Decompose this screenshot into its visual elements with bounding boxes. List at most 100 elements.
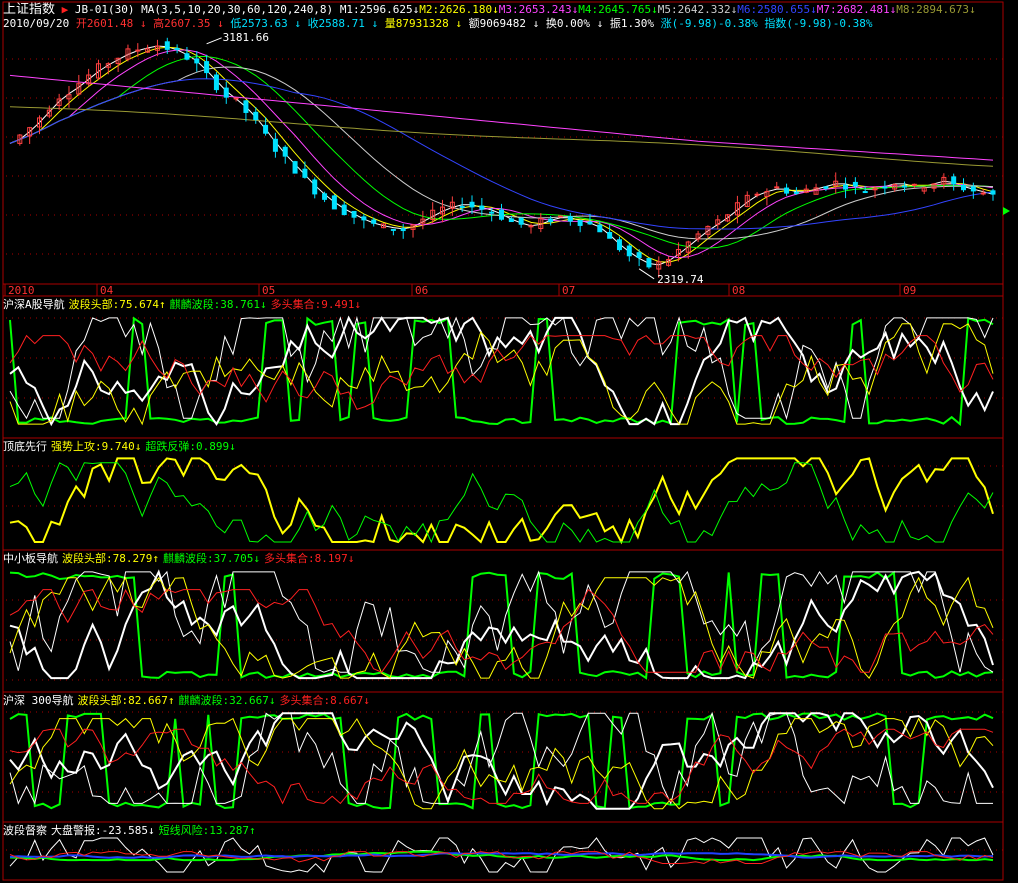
panel-value-arrow: ↓ [147, 824, 155, 837]
panel-value-arrow: ↓ [363, 694, 370, 707]
candle-body [469, 201, 475, 208]
indicator-panel-title-5: 波段督察 大盘警报:-23.585↓ 短线风险:13.287↑ [3, 824, 260, 837]
annotation-high: 3181.66 [223, 31, 269, 44]
candle-body [843, 184, 849, 190]
panel-value-arrow: ↓ [354, 298, 361, 311]
candle-body [862, 191, 868, 194]
indicator-line-1-0 [9, 457, 994, 545]
ma-line-3 [9, 49, 994, 259]
candle-body [302, 168, 308, 178]
indicator-panel-title-4: 沪深 300导航 波段头部:82.667↑ 麒麟波段:32.667↓ 多头集合:8.6… [3, 694, 374, 707]
candle-body [646, 258, 652, 268]
indicator-lines [9, 315, 994, 873]
candle-body [597, 224, 603, 233]
panel-value: 多头集合:8.667 [279, 694, 364, 707]
candle-body [607, 232, 613, 239]
candle-body [626, 245, 632, 257]
candle-body [164, 41, 170, 50]
candle-body [499, 209, 504, 220]
panel-value-arrow: ↑ [152, 552, 159, 565]
panel-value-arrow: ↓ [268, 694, 276, 707]
indicator-panel-title-2: 顶底先行 强势上攻:9.740↓ 超跌反弹:0.899↓ [3, 440, 240, 453]
candle-body [784, 187, 790, 194]
candle-body [548, 218, 554, 223]
candle-body [951, 176, 957, 185]
panel-value-arrow: ↑ [158, 298, 166, 311]
candle-body [194, 58, 200, 64]
panel-value: 多头集合:9.491 [270, 298, 355, 311]
panel-value: 波段头部:75.674 [68, 298, 159, 311]
candle-body [872, 188, 878, 191]
indicator-panel-title-1: 沪深A股导航 波段头部:75.674↑ 麒麟波段:38.761↓ 多头集合:9.491… [3, 298, 365, 311]
candle-body [253, 111, 259, 121]
x-tick-label: 04 [100, 284, 114, 297]
panel-name[interactable]: 沪深A股导航 [3, 298, 65, 311]
candle-body [361, 216, 367, 221]
candle-body [754, 193, 760, 196]
candle-body [312, 179, 318, 195]
candle-body [272, 138, 278, 152]
candle-body [243, 100, 249, 113]
panel-value: 麒麟波段:38.761 [169, 298, 260, 311]
candles [17, 37, 996, 278]
panel-value: 大盘警报:-23.585 [51, 824, 148, 837]
panel-value: 多头集合:8.197 [263, 552, 348, 565]
candle-body [823, 186, 829, 189]
candle-body [223, 87, 229, 98]
ma-line-8 [9, 106, 994, 167]
ma-line-2 [9, 46, 994, 263]
x-tick-label: 07 [562, 284, 575, 297]
panel-name[interactable]: 波段督察 [3, 824, 47, 837]
candle-body [174, 47, 180, 50]
annotation-leader [638, 268, 655, 280]
panel-value: 短线风险:13.287 [158, 824, 249, 837]
panel-value-arrow: ↑ [167, 694, 175, 707]
panel-value: 强势上攻:9.740 [51, 440, 135, 453]
indicator-line-1-1 [9, 462, 994, 544]
panel-value-arrow: ↓ [259, 298, 267, 311]
candle-body [970, 186, 976, 192]
candle-body [567, 216, 573, 222]
current-price-marker [1003, 207, 1010, 215]
candle-body [961, 184, 967, 191]
panel-value-arrow: ↓ [347, 552, 355, 565]
panel-value: 波段头部:78.279 [62, 552, 153, 565]
candle-body [263, 124, 269, 134]
panel-value-arrow: ↓ [229, 440, 236, 453]
candle-body [636, 252, 642, 258]
panel-value-arrow: ↑ [248, 824, 256, 837]
x-tick-label: 08 [732, 284, 745, 297]
candle-body [479, 205, 485, 210]
candle-body [292, 161, 298, 174]
candle-body [557, 215, 563, 218]
candle-body [322, 193, 328, 200]
x-axis: 2010 04 05 06 07 08 09 [4, 284, 916, 297]
candle-body [459, 206, 465, 209]
panel-value-arrow: ↓ [134, 440, 142, 453]
x-tick-label: 09 [903, 284, 916, 297]
panel-name[interactable]: 中小板导航 [3, 552, 58, 565]
panel-value: 麒麟波段:32.667 [178, 694, 269, 707]
price-annotations: 3181.66 2319.74 [206, 31, 1010, 286]
candle-body [990, 190, 996, 195]
candle-body [341, 204, 347, 216]
candle-body [616, 239, 622, 251]
candle-body [390, 228, 396, 231]
panel-value: 波段头部:82.667 [77, 694, 168, 707]
candle-body [213, 74, 219, 91]
indicator-panel-title-3: 中小板导航 波段头部:78.279↑ 麒麟波段:37.705↓ 多头集合:8.197↓ [3, 552, 358, 565]
candle-body [587, 221, 593, 225]
candle-body [233, 97, 239, 100]
panel-name[interactable]: 沪深 300导航 [3, 694, 74, 707]
x-tick-label: 2010 [8, 284, 35, 297]
ma-lines [9, 45, 994, 266]
candle-body [852, 181, 858, 187]
candle-body [508, 218, 514, 223]
candle-body [793, 191, 799, 194]
candle-body [204, 61, 210, 74]
panel-name[interactable]: 顶底先行 [3, 440, 47, 453]
candle-body [184, 53, 190, 60]
x-tick-label: 06 [415, 284, 428, 297]
candle-body [882, 186, 888, 189]
candle-body [911, 183, 917, 186]
